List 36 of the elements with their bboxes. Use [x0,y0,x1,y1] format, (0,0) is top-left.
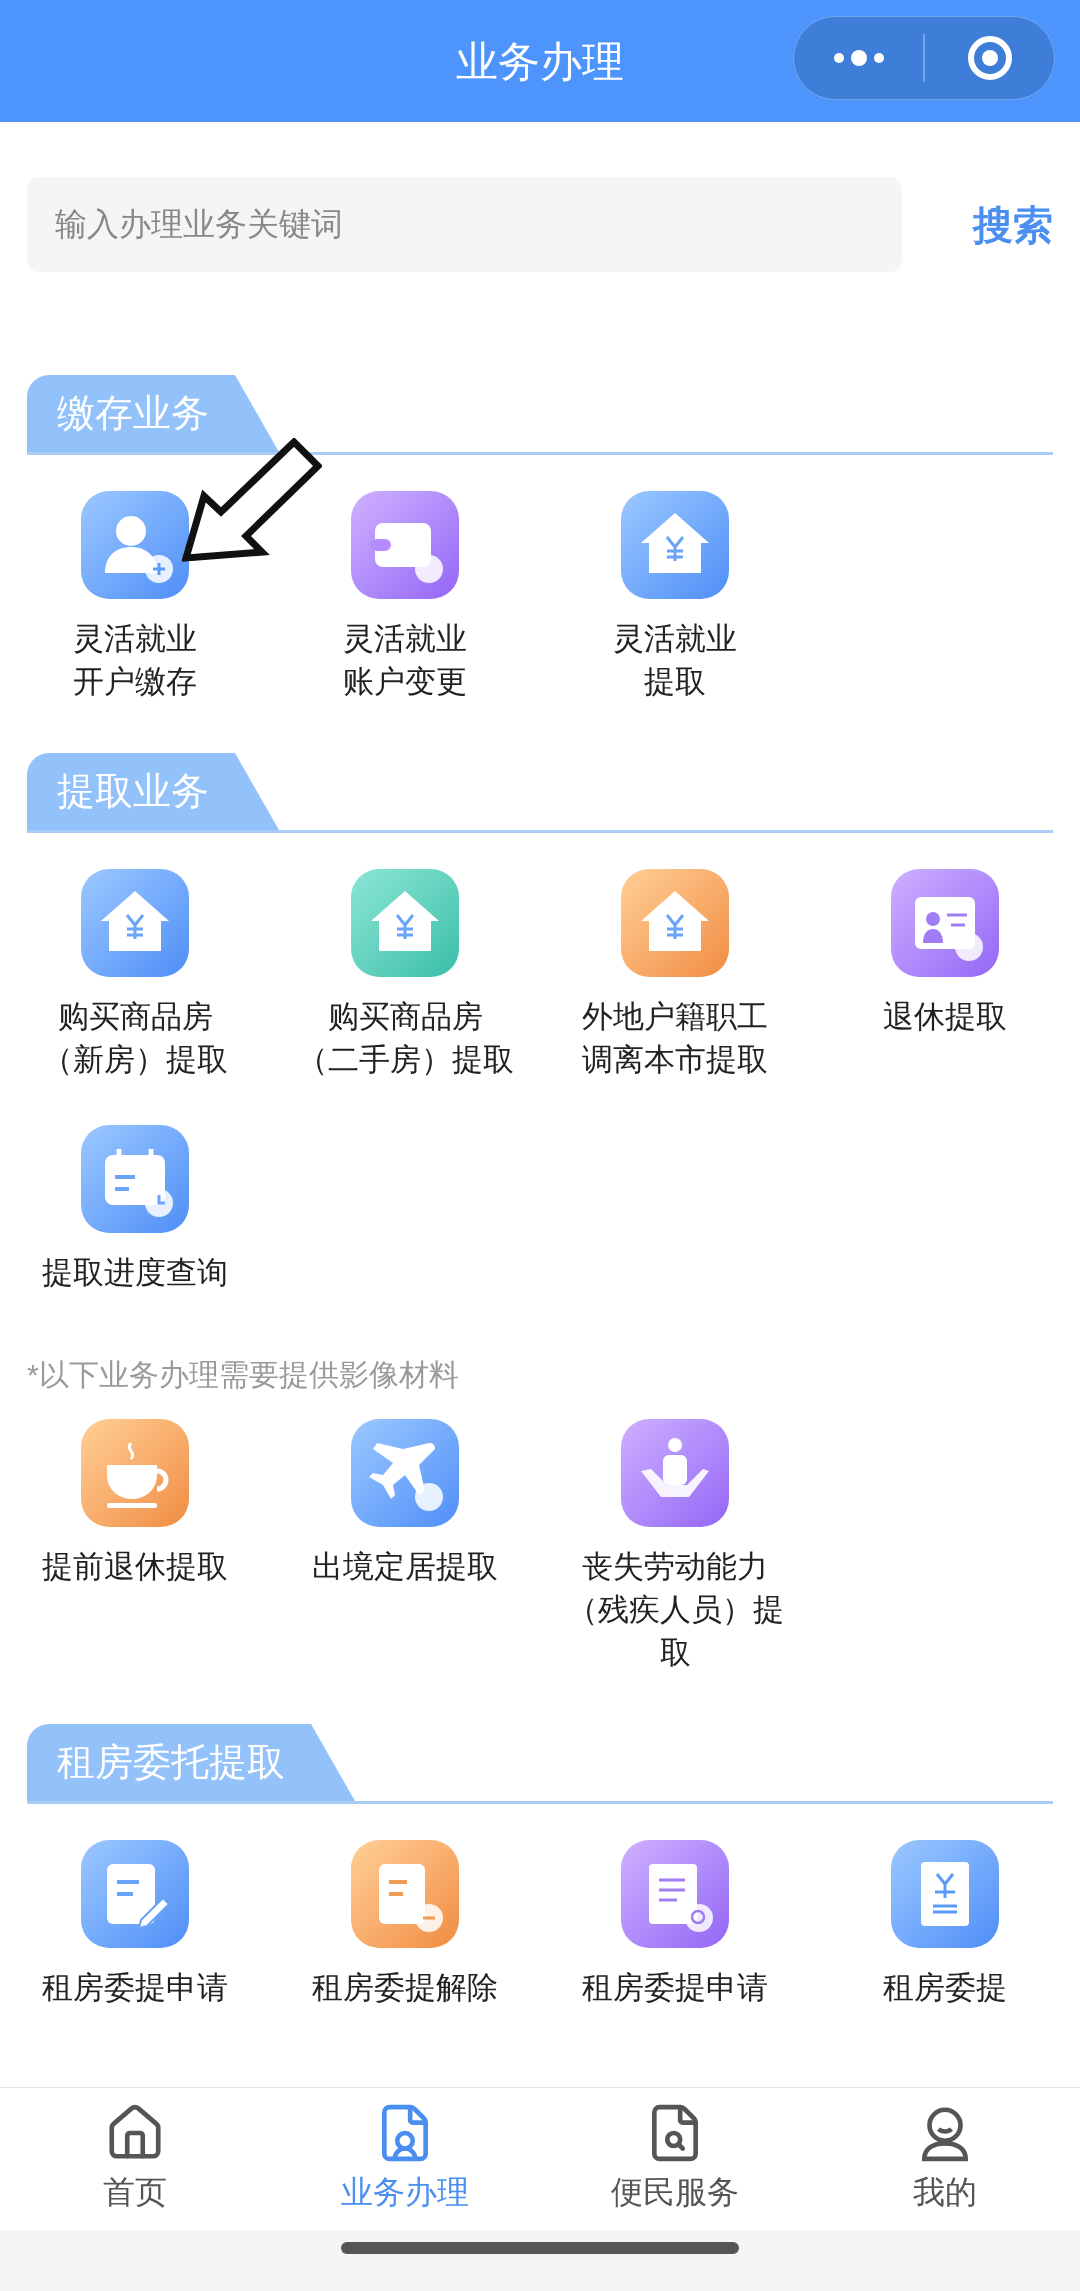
service-item[interactable]: 丧失劳动能力 （残疾人员）提 取 [540,1419,810,1674]
house-icon [351,869,459,977]
person-board-icon [891,869,999,977]
wallet-icon [351,491,459,599]
search-field[interactable]: 输入办理业务关键词 [27,177,902,272]
service-item[interactable]: 购买商品房 （二手房）提取 [270,869,540,1081]
page-title: 业务办理 [456,36,624,87]
house-icon [621,491,729,599]
service-item[interactable]: 提取进度查询 [0,1125,270,1294]
document-search-icon [621,1840,729,1948]
plane-icon [351,1419,459,1527]
note-text: *以下业务办理需要提供影像材料 [27,1357,460,1393]
document-minus-icon [351,1840,459,1948]
tab-item[interactable]: 便民服务 [540,2088,810,2230]
calendar-clock-icon [81,1125,189,1233]
document-icon [891,1840,999,1948]
target-icon [965,34,1014,82]
service-item[interactable]: 提前退休提取 [0,1419,270,1674]
house-icon [81,869,189,977]
hands-person-icon [621,1419,729,1527]
document-pen-icon [81,1840,189,1948]
service-item[interactable]: 退休提取 [810,869,1080,1081]
service-item[interactable]: 灵活就业 账户变更 [270,491,540,703]
service-item[interactable]: 租房委提申请 [540,1840,810,2009]
cup-icon [81,1419,189,1527]
service-item[interactable]: 购买商品房 （新房）提取 [0,869,270,1081]
service-item[interactable]: 外地户籍职工 调离本市提取 [540,869,810,1081]
person-add-icon [81,491,189,599]
service-item[interactable]: 租房委提申请 [0,1840,270,2009]
house-icon [621,869,729,977]
tab-item[interactable]: 首页 [0,2088,270,2230]
service-item[interactable]: 租房委提解除 [270,1840,540,2009]
tab-item[interactable]: 我的 [810,2088,1080,2230]
service-item[interactable]: 灵活就业 提取 [540,491,810,703]
service-item[interactable]: 出境定居提取 [270,1419,540,1674]
service-item[interactable]: 租房委提 [810,1840,1080,2009]
